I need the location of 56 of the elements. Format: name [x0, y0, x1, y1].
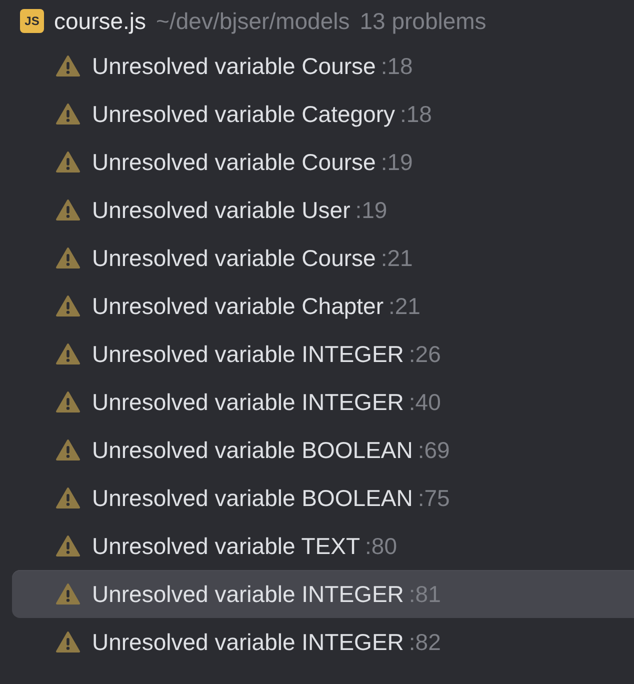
warning-icon [56, 103, 80, 125]
warning-icon [56, 151, 80, 173]
line-number: :81 [408, 580, 441, 609]
problem-message: Unresolved variable INTEGER [92, 388, 404, 417]
problem-row[interactable]: Unresolved variable INTEGER :82 [12, 618, 634, 666]
problem-count: 13 problems [360, 6, 486, 36]
problem-row[interactable]: Unresolved variable BOOLEAN :69 [12, 426, 634, 474]
problem-row[interactable]: Unresolved variable User :19 [12, 186, 634, 234]
line-number: :19 [355, 196, 388, 225]
warning-icon [56, 199, 80, 221]
warning-icon [56, 343, 80, 365]
line-number: :82 [408, 628, 441, 657]
line-number: :69 [418, 436, 450, 465]
line-number: :40 [408, 388, 441, 417]
problem-row[interactable]: Unresolved variable INTEGER :40 [12, 378, 634, 426]
line-number: :75 [418, 484, 450, 513]
warning-icon [56, 247, 80, 269]
problem-message: Unresolved variable BOOLEAN [92, 484, 413, 513]
problem-message: Unresolved variable INTEGER [92, 580, 404, 609]
line-number: :80 [365, 532, 398, 561]
problem-message: Unresolved variable INTEGER [92, 340, 404, 369]
problem-row[interactable]: Unresolved variable Course :21 [12, 234, 634, 282]
problem-message: Unresolved variable Course [92, 52, 376, 81]
problem-message: Unresolved variable INTEGER [92, 628, 404, 657]
line-number: :21 [380, 244, 413, 273]
line-number: :19 [380, 148, 413, 177]
warning-icon [56, 583, 80, 605]
problem-row[interactable]: Unresolved variable Category :18 [12, 90, 634, 138]
warning-icon [56, 295, 80, 317]
problem-row[interactable]: Unresolved variable INTEGER :26 [12, 330, 634, 378]
problem-row[interactable]: Unresolved variable TEXT :80 [12, 522, 634, 570]
js-file-icon: JS [20, 9, 44, 33]
problem-row[interactable]: Unresolved variable INTEGER :81 [12, 570, 634, 618]
problem-message: Unresolved variable Category [92, 100, 395, 129]
problem-message: Unresolved variable Chapter [92, 292, 384, 321]
line-number: :26 [408, 340, 441, 369]
problem-row[interactable]: Unresolved variable Chapter :21 [12, 282, 634, 330]
warning-icon [56, 535, 80, 557]
line-number: :18 [400, 100, 432, 129]
problem-message: Unresolved variable Course [92, 148, 376, 177]
problem-message: Unresolved variable User [92, 196, 350, 225]
warning-icon [56, 487, 80, 509]
problem-message: Unresolved variable Course [92, 244, 376, 273]
warning-icon [56, 391, 80, 413]
problem-message: Unresolved variable TEXT [92, 532, 360, 561]
line-number: :21 [388, 292, 420, 321]
warning-icon [56, 439, 80, 461]
problem-row[interactable]: Unresolved variable Course :18 [12, 42, 634, 90]
problem-row[interactable]: Unresolved variable Course :19 [12, 138, 634, 186]
line-number: :18 [380, 52, 413, 81]
file-name: course.js [54, 6, 146, 36]
warning-icon [56, 55, 80, 77]
file-path: ~/dev/bjser/models [156, 6, 350, 36]
warning-icon [56, 631, 80, 653]
problem-message: Unresolved variable BOOLEAN [92, 436, 413, 465]
problem-row[interactable]: Unresolved variable BOOLEAN :75 [12, 474, 634, 522]
